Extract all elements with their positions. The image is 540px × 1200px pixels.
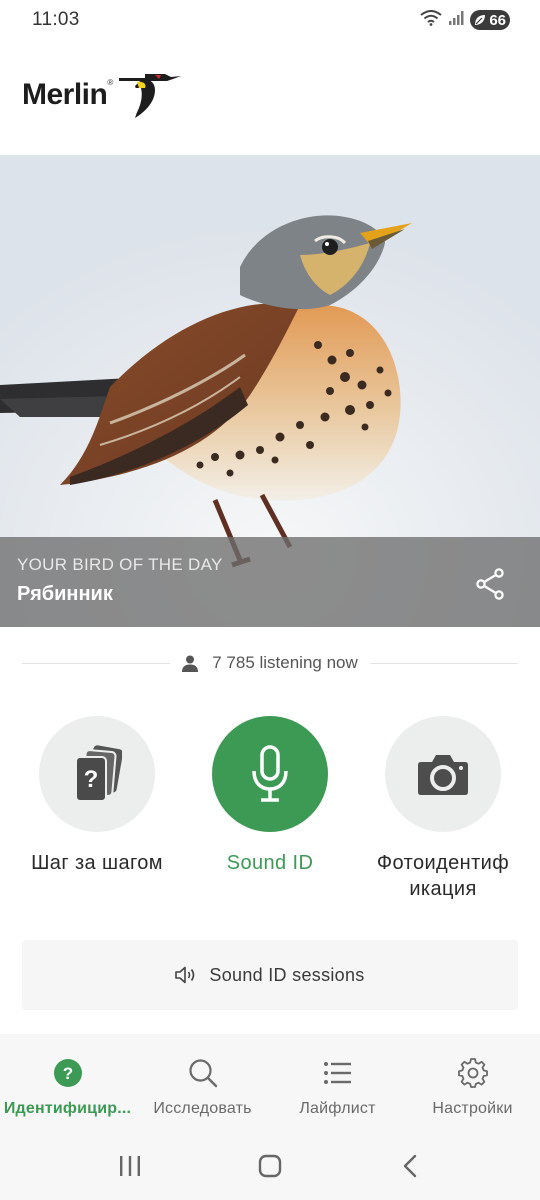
app-header: Merlin ® (0, 40, 540, 155)
nav-lifelist-label: Лайфлист (299, 1100, 376, 1117)
status-bar: 11:03 66 (0, 0, 540, 40)
signal-icon (448, 10, 464, 31)
bird-of-the-day-card[interactable]: YOUR BIRD OF THE DAY Рябинник (0, 155, 540, 627)
woodpecker-logo-icon (119, 74, 182, 118)
step-by-step-icon-circle: ? (39, 716, 155, 832)
list-icon (323, 1062, 351, 1084)
logo-text: Merlin (22, 78, 108, 111)
recent-apps-button[interactable] (100, 1141, 160, 1191)
home-icon (258, 1154, 282, 1178)
question-circle-icon: ? (53, 1059, 82, 1087)
bird-of-the-day-caption: YOUR BIRD OF THE DAY Рябинник (0, 537, 540, 627)
photo-id-label-line2: икация (409, 878, 477, 900)
divider-left (22, 662, 171, 664)
gear-icon (457, 1058, 488, 1088)
battery-icon: 66 (470, 10, 510, 30)
merlin-logo: Merlin ® (22, 72, 182, 118)
step-by-step-button[interactable]: ? Шаг за шагом (9, 716, 185, 876)
photo-id-icon-circle (385, 716, 501, 832)
step-by-step-label: Шаг за шагом (31, 852, 163, 874)
photo-id-label-line1: Фотоидентиф (376, 852, 510, 874)
question-cards-icon: ? (75, 745, 122, 802)
search-icon (188, 1059, 217, 1088)
photo-id-button[interactable]: Фотоидентиф икация (355, 716, 531, 902)
bird-of-the-day-kicker: YOUR BIRD OF THE DAY (17, 555, 223, 574)
wifi-icon (420, 9, 442, 31)
battery-level: 66 (489, 11, 506, 29)
sound-id-sessions-button[interactable]: Sound ID sessions (22, 940, 518, 1010)
nav-explore-label: Исследовать (153, 1100, 252, 1117)
sound-id-sessions-label: Sound ID sessions (209, 964, 365, 985)
share-icon (476, 568, 504, 600)
nav-settings[interactable]: Настройки (405, 1034, 540, 1132)
svg-text:?: ? (84, 766, 99, 793)
sound-id-label: Sound ID (226, 852, 314, 874)
nav-settings-label: Настройки (432, 1100, 513, 1117)
home-button[interactable] (240, 1141, 300, 1191)
camera-icon (418, 755, 468, 795)
logo-registered-mark: ® (107, 78, 114, 87)
back-icon (403, 1154, 417, 1178)
microphone-icon (252, 745, 288, 802)
svg-text:?: ? (62, 1064, 72, 1083)
status-icons: 66 (420, 9, 510, 31)
recent-apps-icon (120, 1156, 140, 1176)
share-button[interactable] (474, 567, 506, 601)
back-button[interactable] (380, 1141, 440, 1191)
system-navigation-bar (0, 1132, 540, 1200)
listening-now-row: 7 785 listening now (22, 648, 519, 678)
person-icon (182, 655, 199, 672)
sound-id-icon-circle (212, 716, 328, 832)
photo-id-label: Фотоидентиф икация (355, 850, 531, 902)
nav-identify-label: Идентифицир... (3, 1100, 132, 1117)
listening-count-text: 7 785 listening now (212, 653, 358, 672)
nav-lifelist[interactable]: Лайфлист (270, 1034, 405, 1132)
status-time: 11:03 (32, 9, 80, 30)
sound-id-button[interactable]: Sound ID (182, 716, 358, 876)
divider-right (369, 662, 519, 664)
listening-now: 7 785 listening now (170, 653, 370, 673)
nav-explore[interactable]: Исследовать (135, 1034, 270, 1132)
bottom-navigation: ? Идентифицир... Исследовать Лайфлист На… (0, 1034, 540, 1132)
nav-identify[interactable]: ? Идентифицир... (0, 1034, 135, 1132)
bird-name: Рябинник (17, 583, 113, 605)
speaker-icon (175, 966, 195, 984)
